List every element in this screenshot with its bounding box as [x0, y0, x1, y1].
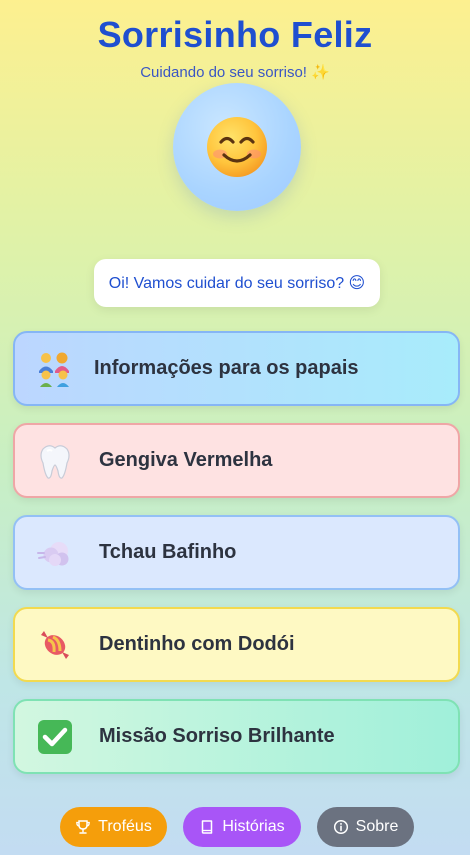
menu-item-shiny-smile-mission[interactable]: Missão Sorriso Brilhante	[13, 699, 460, 774]
info-icon	[333, 819, 348, 835]
family-icon	[35, 349, 75, 389]
menu-item-sore-tooth[interactable]: Dentinho com Dodói	[13, 607, 460, 682]
book-icon	[202, 820, 213, 834]
menu-item-label: Missão Sorriso Brilhante	[99, 725, 335, 747]
mascot-avatar[interactable]	[173, 83, 301, 211]
check-mark-icon	[35, 717, 75, 757]
menu-item-label: Informações para os papais	[94, 357, 359, 379]
candy-icon	[35, 625, 75, 665]
menu-item-label: Dentinho com Dodói	[99, 633, 295, 655]
menu-item-parents-info[interactable]: Informações para os papais	[13, 331, 460, 406]
menu-item-label: Gengiva Vermelha	[99, 449, 273, 471]
menu-item-red-gum[interactable]: Gengiva Vermelha	[13, 423, 460, 498]
app-subtitle: Cuidando do seu sorriso! ✨	[140, 64, 330, 81]
greeting-bubble: Oi! Vamos cuidar do seu sorriso? 😊	[94, 259, 380, 307]
stories-label: Histórias	[222, 818, 285, 835]
menu-item-bad-breath[interactable]: Tchau Bafinho	[13, 515, 460, 590]
tooth-icon	[35, 441, 75, 481]
trophy-icon	[76, 820, 91, 834]
about-button[interactable]: Sobre	[317, 807, 414, 847]
breath-cloud-icon	[35, 533, 75, 573]
stories-button[interactable]: Histórias	[183, 807, 301, 847]
trophies-button[interactable]: Troféus	[60, 807, 167, 847]
smiling-face-icon	[207, 117, 267, 177]
app-title: Sorrisinho Feliz	[97, 14, 373, 55]
menu-item-label: Tchau Bafinho	[99, 541, 237, 563]
trophies-label: Troféus	[98, 818, 152, 835]
about-label: Sobre	[355, 818, 399, 835]
